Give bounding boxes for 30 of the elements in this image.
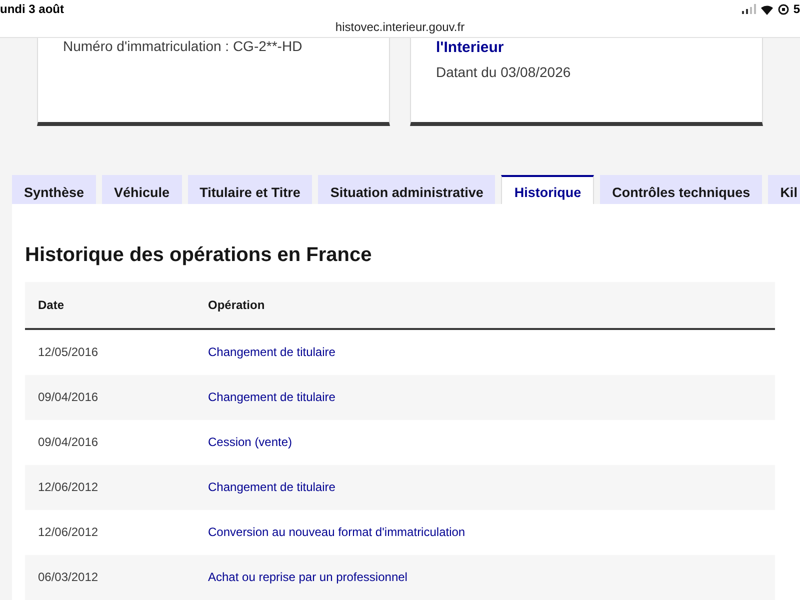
status-date: undi 3 août [0, 2, 64, 16]
date-cell: 06/03/2012 [25, 554, 195, 600]
operation-link[interactable]: Conversion au nouveau format d'immatriculation [208, 525, 466, 540]
tab[interactable]: Véhicule [102, 175, 182, 204]
battery-level: 5 [793, 2, 800, 16]
signal-icon [742, 4, 756, 14]
operation-link[interactable]: Changement de titulaire [208, 390, 336, 404]
tab[interactable]: Contrôles techniques [600, 175, 762, 204]
date-cell: 09/04/2016 [25, 420, 195, 465]
url-text[interactable]: histovec.interieur.gouv.fr [335, 20, 465, 34]
date-cell: 12/06/2012 [25, 510, 195, 555]
tab[interactable]: Kil [768, 175, 800, 204]
tab[interactable]: Synthèse [12, 175, 96, 204]
operation-link[interactable]: Achat ou reprise par un professionnel [208, 570, 408, 584]
card-title: l'Interieur [436, 38, 505, 56]
date-cell: 12/05/2016 [25, 328, 195, 375]
tab[interactable]: Situation administrative [318, 175, 496, 204]
section-title: Historique des opérations en France [25, 244, 373, 267]
tab[interactable]: Historique [501, 175, 594, 204]
column-header: Date [25, 282, 195, 329]
wifi-icon [760, 4, 774, 14]
card-text: Datant du 03/08/2026 [436, 64, 572, 80]
date-cell: 12/06/2012 [25, 464, 195, 510]
operation-link[interactable]: Cession (vente) [208, 435, 292, 450]
column-header: Opération [195, 282, 775, 329]
date-cell: 09/04/2016 [25, 374, 195, 420]
tab[interactable]: Titulaire et Titre [188, 175, 312, 204]
operation-link[interactable]: Changement de titulaire [208, 345, 336, 360]
card-text: Numéro d'immatriculation : CG-2**-HD [63, 38, 304, 54]
operation-link[interactable]: Changement de titulaire [208, 480, 336, 494]
